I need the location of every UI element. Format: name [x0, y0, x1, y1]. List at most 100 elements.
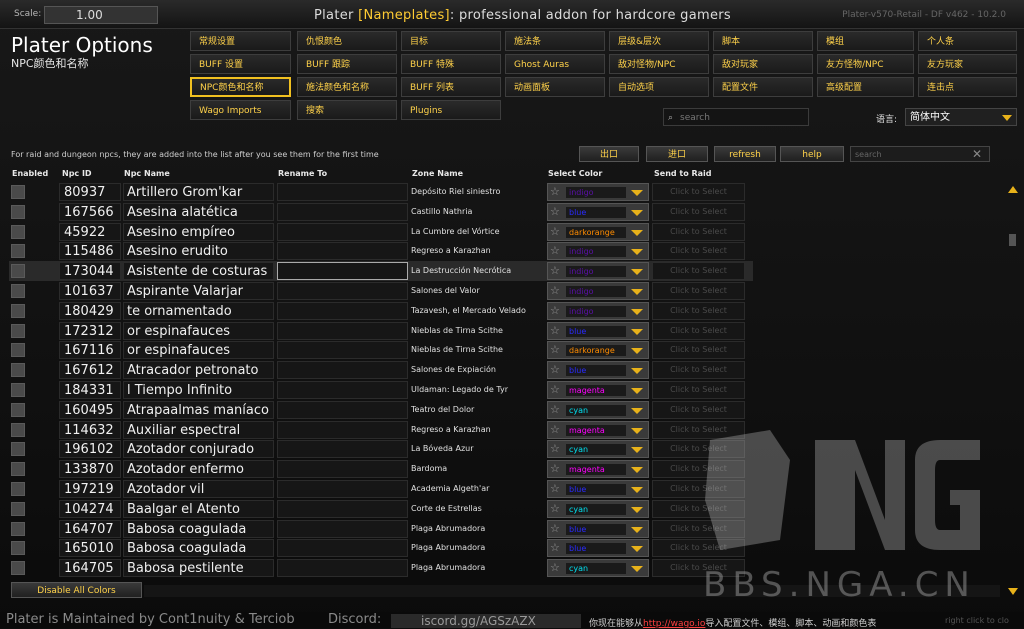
npc-search-input[interactable]: search — [850, 146, 990, 162]
npc-name-field[interactable]: Asesino erudito — [123, 242, 274, 261]
color-select-dropdown[interactable]: ☆ magenta — [547, 460, 649, 479]
color-select-dropdown[interactable]: ☆ blue — [547, 361, 649, 380]
tab-0-0[interactable]: 常规设置 — [190, 31, 291, 51]
send-to-raid-button[interactable]: Click to Select — [652, 222, 745, 241]
star-icon[interactable]: ☆ — [550, 522, 560, 535]
star-icon[interactable]: ☆ — [550, 384, 560, 396]
rename-input[interactable] — [277, 222, 408, 241]
rename-input[interactable] — [277, 420, 408, 439]
enabled-checkbox[interactable] — [11, 422, 25, 437]
tab-1-3[interactable]: Ghost Auras — [505, 54, 605, 74]
npc-name-field[interactable]: or espinafauces — [123, 341, 274, 360]
enabled-checkbox[interactable] — [11, 343, 25, 358]
refresh-button[interactable]: refresh — [714, 146, 776, 162]
enabled-checkbox[interactable] — [11, 284, 25, 298]
send-to-raid-button[interactable]: Click to Select — [652, 262, 745, 281]
star-icon[interactable]: ☆ — [550, 265, 560, 277]
npc-name-field[interactable]: Auxiliar espectral — [123, 420, 274, 439]
rename-input[interactable] — [277, 183, 408, 201]
language-dropdown[interactable]: 简体中文 — [905, 108, 1017, 126]
disable-all-colors-button[interactable]: Disable All Colors — [11, 582, 142, 598]
enabled-checkbox[interactable] — [11, 303, 25, 318]
star-icon[interactable]: ☆ — [550, 304, 560, 317]
npc-id-field[interactable]: 160495 — [59, 400, 121, 419]
npc-id-field[interactable]: 164707 — [59, 519, 121, 538]
rename-input[interactable] — [277, 539, 408, 558]
star-icon[interactable]: ☆ — [550, 502, 560, 515]
npc-id-field[interactable]: 164705 — [59, 559, 121, 578]
rename-input[interactable] — [277, 460, 408, 479]
tab-2-2[interactable]: BUFF 列表 — [401, 77, 501, 97]
npc-name-field[interactable]: l Tiempo Infinito — [123, 381, 274, 399]
npc-id-field[interactable]: 173044 — [59, 262, 121, 281]
rename-input[interactable] — [277, 559, 408, 578]
color-select-dropdown[interactable]: ☆ cyan — [547, 400, 649, 419]
rename-input[interactable] — [277, 519, 408, 538]
rename-input[interactable] — [277, 202, 408, 221]
tab-1-7[interactable]: 友方玩家 — [918, 54, 1017, 74]
color-select-dropdown[interactable]: ☆ blue — [547, 480, 649, 498]
enabled-checkbox[interactable] — [11, 402, 25, 417]
npc-id-field[interactable]: 115486 — [59, 242, 121, 261]
rename-input[interactable] — [277, 440, 408, 459]
enabled-checkbox[interactable] — [11, 482, 25, 496]
npc-name-field[interactable]: te ornamentado — [123, 301, 274, 320]
enabled-checkbox[interactable] — [11, 383, 25, 397]
star-icon[interactable]: ☆ — [550, 443, 560, 455]
npc-id-field[interactable]: 184331 — [59, 381, 121, 399]
npc-id-field[interactable]: 45922 — [59, 222, 121, 241]
tab-0-6[interactable]: 模组 — [817, 31, 914, 51]
send-to-raid-button[interactable]: Click to Select — [652, 400, 745, 419]
npc-name-field[interactable]: Atracador petronato — [123, 361, 274, 380]
tab-0-7[interactable]: 个人条 — [918, 31, 1017, 51]
npc-name-field[interactable]: Baalgar el Atento — [123, 499, 274, 518]
color-select-dropdown[interactable]: ☆ cyan — [547, 440, 649, 459]
tab-1-2[interactable]: BUFF 特殊 — [401, 54, 501, 74]
import-button[interactable]: 进口 — [646, 146, 708, 162]
tab-2-6[interactable]: 高级配置 — [817, 77, 914, 97]
help-button[interactable]: help — [780, 146, 844, 162]
npc-id-field[interactable]: 197219 — [59, 480, 121, 498]
star-icon[interactable]: ☆ — [550, 542, 560, 554]
tab-0-5[interactable]: 脚本 — [713, 31, 813, 51]
rename-input[interactable] — [277, 282, 408, 300]
enabled-checkbox[interactable] — [11, 363, 25, 378]
tab-1-6[interactable]: 友方怪物/NPC — [817, 54, 914, 74]
npc-id-field[interactable]: 167566 — [59, 202, 121, 221]
npc-name-field[interactable]: Asistente de costuras — [123, 262, 274, 281]
enabled-checkbox[interactable] — [11, 462, 25, 477]
star-icon[interactable]: ☆ — [550, 423, 560, 436]
npc-id-field[interactable]: 133870 — [59, 460, 121, 479]
star-icon[interactable]: ☆ — [550, 186, 560, 198]
rename-input[interactable] — [277, 262, 408, 281]
color-select-dropdown[interactable]: ☆ indigo — [547, 262, 649, 281]
npc-id-field[interactable]: 101637 — [59, 282, 121, 300]
export-button[interactable]: 出口 — [579, 146, 639, 162]
npc-id-field[interactable]: 114632 — [59, 420, 121, 439]
color-select-dropdown[interactable]: ☆ cyan — [547, 499, 649, 518]
npc-id-field[interactable]: 180429 — [59, 301, 121, 320]
options-search-input[interactable]: ⌕ search — [663, 108, 809, 126]
star-icon[interactable]: ☆ — [550, 344, 560, 356]
tab-0-3[interactable]: 施法条 — [505, 31, 605, 51]
send-to-raid-button[interactable]: Click to Select — [652, 361, 745, 380]
npc-name-field[interactable]: Asesino empíreo — [123, 222, 274, 241]
send-to-raid-button[interactable]: Click to Select — [652, 381, 745, 399]
npc-name-field[interactable]: Azotador vil — [123, 480, 274, 498]
tab-1-4[interactable]: 敌对怪物/NPC — [609, 54, 709, 74]
enabled-checkbox[interactable] — [11, 541, 25, 556]
color-select-dropdown[interactable]: ☆ magenta — [547, 420, 649, 439]
color-select-dropdown[interactable]: ☆ blue — [547, 539, 649, 558]
npc-name-field[interactable]: Azotador conjurado — [123, 440, 274, 459]
tab-1-5[interactable]: 敌对玩家 — [713, 54, 813, 74]
star-icon[interactable]: ☆ — [550, 463, 560, 475]
rename-input[interactable] — [277, 499, 408, 518]
enabled-checkbox[interactable] — [11, 204, 25, 219]
rename-input[interactable] — [277, 480, 408, 498]
enabled-checkbox[interactable] — [11, 224, 25, 239]
tab-0-2[interactable]: 目标 — [401, 31, 501, 51]
npc-name-field[interactable]: Babosa coagulada — [123, 519, 274, 538]
npc-id-field[interactable]: 167116 — [59, 341, 121, 360]
tab-2-3[interactable]: 动画面板 — [505, 77, 605, 97]
enabled-checkbox[interactable] — [11, 521, 25, 536]
